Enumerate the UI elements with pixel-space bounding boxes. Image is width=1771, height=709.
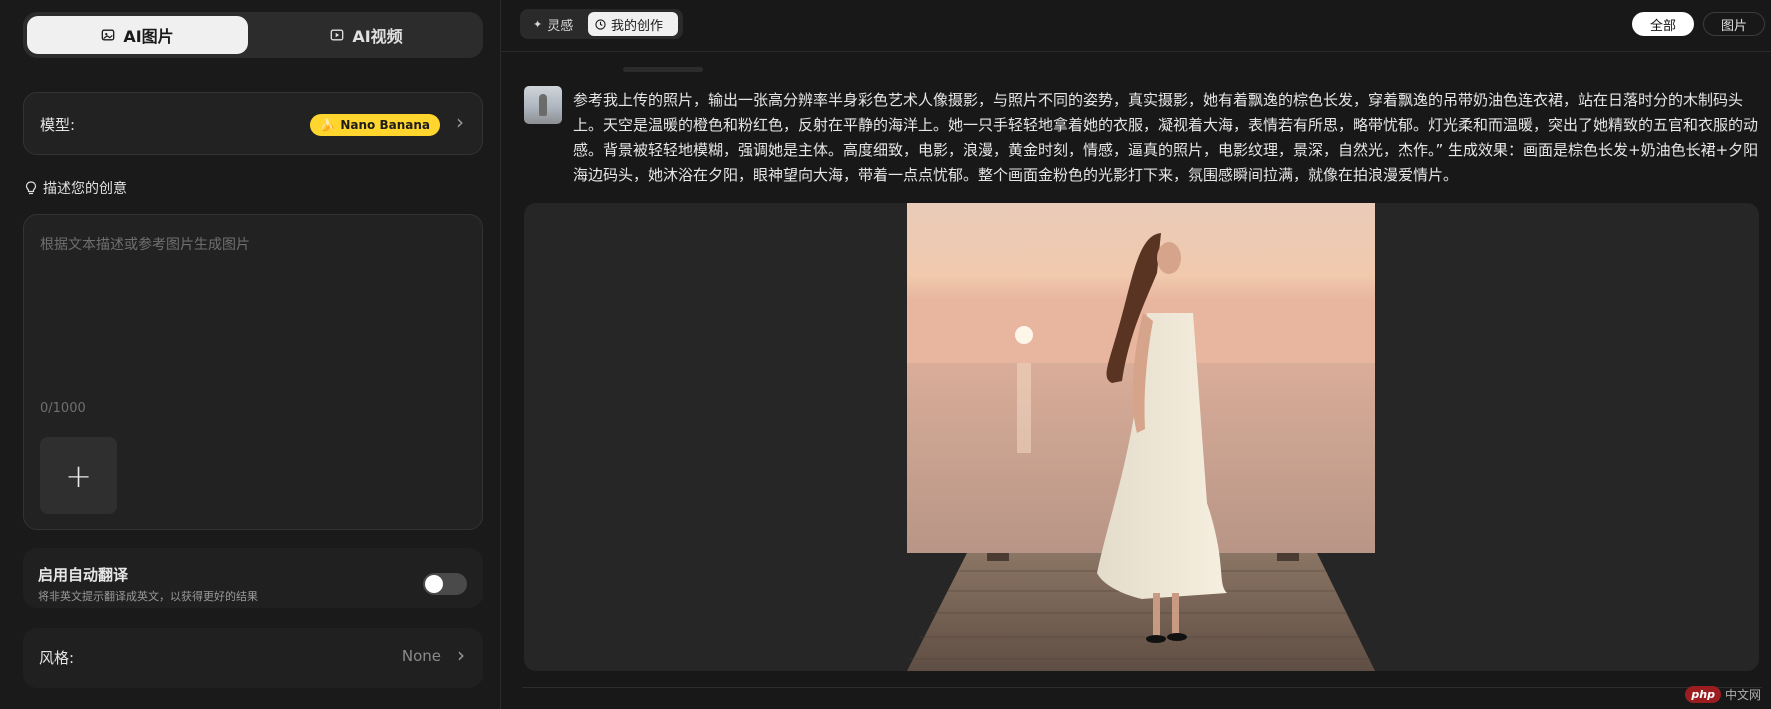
- tab-inspiration[interactable]: ✦ 灵感: [526, 12, 580, 36]
- mode-ai-video-button[interactable]: AI视频: [254, 16, 479, 54]
- scroll-hint: [623, 67, 703, 72]
- chevron-right-icon: ›: [456, 110, 464, 134]
- model-chip[interactable]: 🍌 Nano Banana: [310, 114, 440, 136]
- auto-translate-subtitle: 将非英文提示翻译成英文，以获得更好的结果: [38, 590, 258, 603]
- auto-translate-toggle[interactable]: [423, 573, 467, 595]
- sidebar: AI图片 AI视频 模型: 🍌 Nano Banana › 描述您的创意 根据文…: [0, 0, 500, 709]
- main-area: ✦ 灵感 我的创作 全部 图片 参考我上传的照片，输出一张高分辨率半身彩色艺术人…: [501, 0, 1771, 709]
- clock-icon: [595, 18, 606, 30]
- mode-ai-image-label: AI图片: [123, 27, 174, 46]
- chevron-right-icon: ›: [457, 643, 465, 667]
- style-value: None: [401, 647, 441, 665]
- tab-my-creations-label: 我的创作: [611, 18, 664, 34]
- generated-image[interactable]: [907, 203, 1375, 671]
- mode-switch: AI图片 AI视频: [23, 12, 483, 58]
- auto-translate-card: 启用自动翻译 将非英文提示翻译成英文，以获得更好的结果: [23, 548, 483, 608]
- char-counter: 0/1000: [40, 401, 86, 416]
- header-divider: [501, 51, 1771, 52]
- auto-translate-title: 启用自动翻译: [38, 566, 129, 584]
- prompt-message: 参考我上传的照片，输出一张高分辨率半身彩色艺术人像摄影，与照片不同的姿势，真实摄…: [573, 91, 1759, 184]
- style-selector[interactable]: 风格: None ›: [23, 628, 483, 688]
- filter-all-button[interactable]: 全部: [1632, 12, 1694, 36]
- plus-icon: +: [65, 456, 92, 495]
- banana-icon: 🍌: [320, 118, 336, 132]
- lightbulb-icon: [25, 181, 37, 195]
- style-label: 风格:: [39, 649, 75, 667]
- prompt-box[interactable]: 根据文本描述或参考图片生成图片 0/1000 +: [23, 214, 483, 530]
- tab-inspiration-label: 灵感: [547, 18, 574, 34]
- watermark-logo: php: [1685, 685, 1721, 703]
- filter-image-button[interactable]: 图片: [1703, 12, 1765, 36]
- watermark-text: 中文网: [1724, 687, 1761, 702]
- view-tabs: ✦ 灵感 我的创作: [520, 9, 683, 39]
- tab-my-creations[interactable]: 我的创作: [588, 12, 678, 36]
- model-selector[interactable]: 模型: 🍌 Nano Banana ›: [23, 92, 483, 155]
- mode-ai-video-label: AI视频: [352, 27, 403, 46]
- footer-divider: [522, 687, 1762, 688]
- image-spark-icon: [101, 29, 115, 41]
- reference-thumbnail[interactable]: [524, 86, 562, 124]
- model-label: 模型:: [40, 116, 76, 134]
- mode-ai-image-button[interactable]: AI图片: [27, 16, 248, 54]
- result-panel: [524, 203, 1759, 671]
- toggle-knob: [425, 575, 443, 593]
- describe-heading-text: 描述您的创意: [43, 181, 127, 197]
- model-value: Nano Banana: [340, 118, 430, 132]
- thumbnail-figure: [539, 94, 547, 116]
- sparkle-icon: ✦: [533, 17, 543, 31]
- upload-image-button[interactable]: +: [40, 437, 117, 514]
- site-watermark: php 中文网: [1685, 683, 1761, 705]
- describe-heading: 描述您的创意: [25, 178, 127, 198]
- prompt-input[interactable]: 根据文本描述或参考图片生成图片: [40, 234, 250, 254]
- video-spark-icon: [330, 29, 344, 41]
